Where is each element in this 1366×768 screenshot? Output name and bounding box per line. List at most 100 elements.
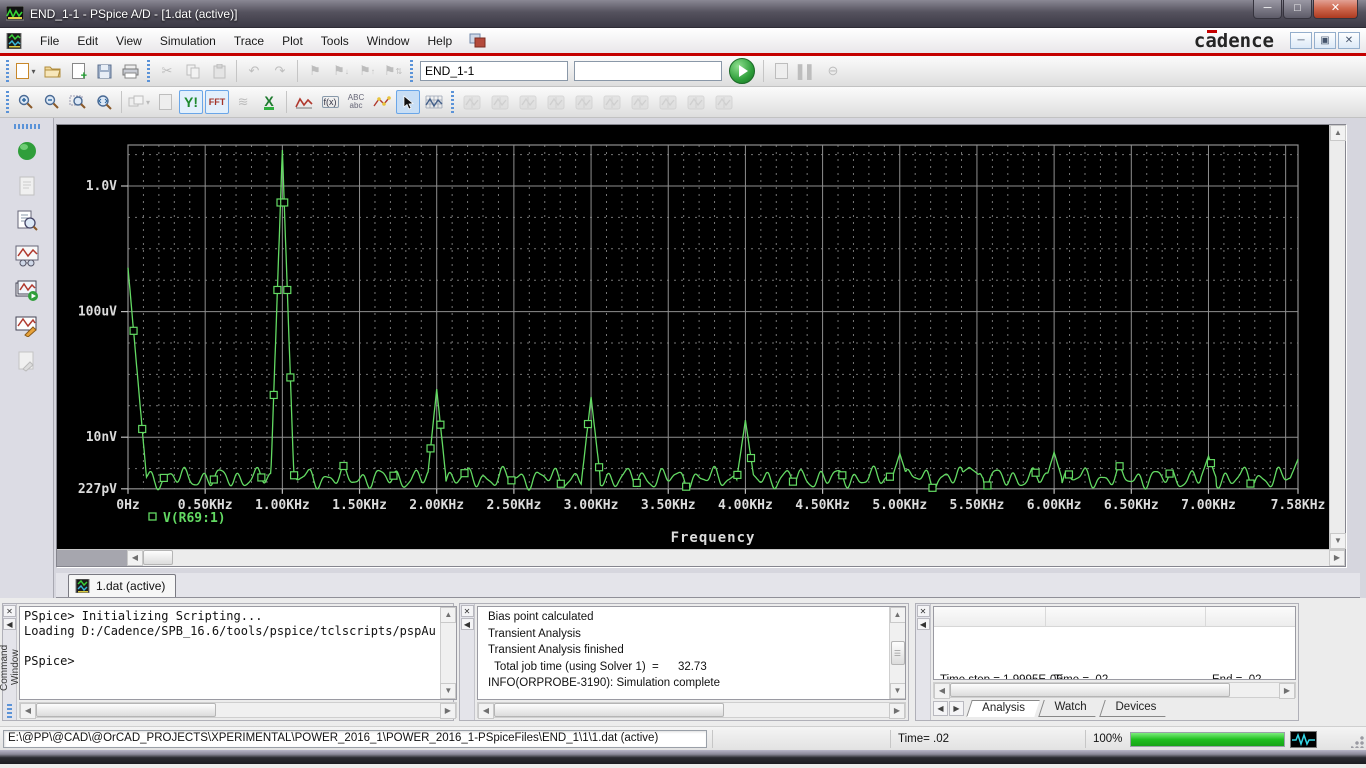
data-point-marker[interactable] <box>983 481 992 490</box>
stop-simulation-button[interactable]: ⊖ <box>821 59 845 83</box>
search-combo[interactable] <box>574 61 722 81</box>
cut-button[interactable]: ✂ <box>155 59 179 83</box>
plot-vertical-scrollbar[interactable]: ▲ ▼ <box>1329 125 1346 549</box>
cursor-trough-button[interactable] <box>487 90 513 114</box>
append-file-button[interactable]: + <box>66 59 90 83</box>
command-horizontal-scrollbar[interactable]: ◀ ▶ <box>19 702 457 719</box>
data-point-marker[interactable] <box>269 390 278 400</box>
cursor-peak-button[interactable] <box>459 90 485 114</box>
view-output-file-button[interactable] <box>10 205 44 237</box>
legend-label[interactable]: V(R69:1) <box>163 511 226 526</box>
zoom-out-button[interactable] <box>40 90 64 114</box>
status-tab-analysis[interactable]: Analysis <box>966 700 1040 717</box>
zoom-fit-button[interactable] <box>92 90 116 114</box>
menu-item-simulation[interactable]: Simulation <box>151 31 225 51</box>
data-point-marker[interactable] <box>1064 470 1074 479</box>
data-point-marker[interactable] <box>746 453 756 463</box>
mark-data-points-button[interactable] <box>370 90 394 114</box>
data-point-marker[interactable] <box>556 479 565 488</box>
zoom-area-button[interactable] <box>66 90 90 114</box>
scroll-up-icon[interactable]: ▲ <box>889 607 905 623</box>
panel-grip[interactable] <box>7 704 12 718</box>
command-window-text[interactable]: PSpice> Initializing Scripting... Loadin… <box>20 607 440 699</box>
data-point-marker[interactable] <box>283 285 292 295</box>
save-button[interactable] <box>92 59 116 83</box>
paste-button[interactable] <box>207 59 231 83</box>
tabs-scroll-left-icon[interactable]: ◀ <box>933 701 948 716</box>
data-point-marker[interactable] <box>339 461 348 471</box>
edit-simulation-profile-button[interactable] <box>769 59 793 83</box>
collapse-panel-button[interactable]: ◀ <box>460 618 474 630</box>
scrollbar-thumb[interactable] <box>950 683 1230 697</box>
data-point-marker[interactable] <box>507 476 516 485</box>
mark-label-button[interactable] <box>711 90 737 114</box>
edit-runtime-settings-button[interactable] <box>10 345 44 377</box>
tab-1dat[interactable]: 1.dat (active) <box>68 574 177 597</box>
plot-canvas[interactable]: 1.0V 100uV 10nV 227pV 0Hz 0.50KHz 1.00KHz 1.50K… <box>57 125 1329 549</box>
new-file-button[interactable]: ▾ <box>14 59 38 83</box>
output-vertical-scrollbar[interactable]: ▲ ☰ ▼ <box>889 607 905 699</box>
legend-marker-icon[interactable] <box>148 512 157 521</box>
status-table-header[interactable] <box>934 607 1295 627</box>
edit-simulation-profile-button[interactable] <box>10 310 44 342</box>
performance-analysis-button[interactable]: ≋ <box>231 90 255 114</box>
menu-item-file[interactable]: File <box>31 31 68 51</box>
status-horizontal-scrollbar[interactable]: ◀ ▶ <box>933 682 1296 699</box>
data-point-marker[interactable] <box>389 471 398 480</box>
scroll-left-icon[interactable]: ◀ <box>934 683 950 699</box>
scroll-up-icon[interactable]: ▲ <box>1330 125 1346 141</box>
copy-button[interactable] <box>181 59 205 83</box>
simulation-status-button[interactable] <box>10 135 44 167</box>
close-panel-button[interactable]: ✕ <box>3 605 16 617</box>
add-trace-button[interactable] <box>292 90 316 114</box>
scroll-right-icon[interactable]: ▶ <box>439 703 456 719</box>
data-point-marker[interactable] <box>1115 462 1124 471</box>
data-point-marker[interactable] <box>286 373 295 382</box>
output-horizontal-scrollbar[interactable]: ◀ ▶ <box>477 702 906 719</box>
menu-item-tools[interactable]: Tools <box>312 31 358 51</box>
data-point-marker[interactable] <box>1206 459 1216 468</box>
simulation-profile-combo[interactable] <box>420 61 568 81</box>
scroll-right-icon[interactable]: ▶ <box>889 703 905 719</box>
view-netlist-button[interactable] <box>10 170 44 202</box>
data-point-marker[interactable] <box>632 478 641 488</box>
menu-item-window[interactable]: Window <box>358 31 419 51</box>
scroll-down-icon[interactable]: ▼ <box>889 683 905 699</box>
data-point-marker[interactable] <box>280 198 289 207</box>
close-panel-button[interactable]: ✕ <box>916 605 930 617</box>
data-point-marker[interactable] <box>594 463 604 472</box>
menu-item-trace[interactable]: Trace <box>225 31 273 51</box>
status-tab-watch[interactable]: Watch <box>1038 700 1101 717</box>
data-point-marker[interactable] <box>733 470 742 479</box>
display-grid-button[interactable] <box>422 90 446 114</box>
tabs-scroll-right-icon[interactable]: ▶ <box>949 701 964 716</box>
toolbar-grip[interactable] <box>146 60 151 82</box>
cursor-max-button[interactable] <box>571 90 597 114</box>
scrollbar-thumb[interactable]: ☰ <box>890 641 905 665</box>
scrollbar-thumb[interactable] <box>36 703 216 717</box>
collapse-panel-button[interactable]: ◀ <box>916 618 930 630</box>
scrollbar-thumb[interactable] <box>494 703 724 717</box>
cursor-prev-transition-button[interactable] <box>683 90 709 114</box>
status-tab-devices[interactable]: Devices <box>1099 700 1171 717</box>
status-table-body[interactable]: Time step = 1.9995E-06 Time = .02 End = … <box>934 627 1295 679</box>
data-point-marker[interactable] <box>838 471 847 480</box>
marker-3-button[interactable]: ⚑ ↑ <box>355 59 379 83</box>
zoom-in-button[interactable] <box>14 90 38 114</box>
log-y-axis-button[interactable]: Y! <box>179 90 204 114</box>
data-point-marker[interactable] <box>1031 468 1040 477</box>
marker-1-button[interactable]: ⚑ <box>303 59 327 83</box>
log-file-button[interactable] <box>153 90 177 114</box>
data-point-marker[interactable] <box>1165 469 1174 478</box>
data-point-marker[interactable] <box>928 483 937 492</box>
flip-page-button[interactable]: ▾ <box>127 90 151 114</box>
scroll-up-icon[interactable]: ▲ <box>440 607 456 623</box>
data-point-marker[interactable] <box>273 285 282 295</box>
open-file-button[interactable] <box>40 59 64 83</box>
undo-button[interactable]: ↶ <box>242 59 266 83</box>
output-window-text[interactable]: Bias point calculated Transient Analysis… <box>478 607 889 699</box>
toolbar-grip[interactable] <box>5 91 10 113</box>
data-point-marker[interactable] <box>426 444 435 453</box>
data-point-marker[interactable] <box>788 477 798 486</box>
marker-4-button[interactable]: ⚑ ⇅ <box>381 59 405 83</box>
